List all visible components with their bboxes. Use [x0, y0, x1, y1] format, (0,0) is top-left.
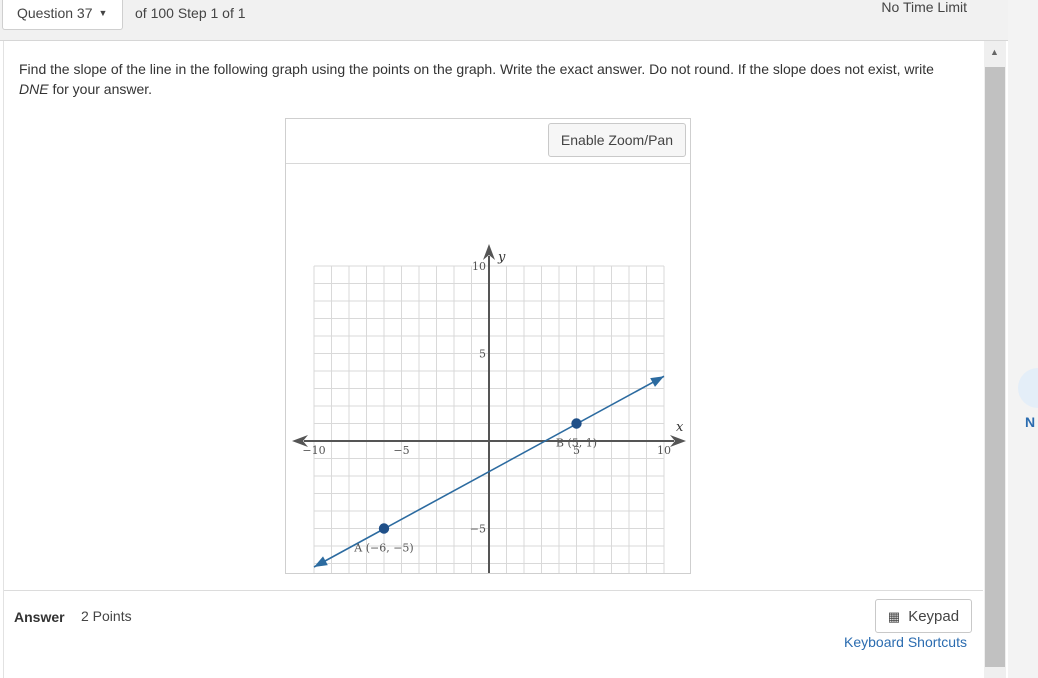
data-line-arrow-start — [314, 556, 328, 567]
question-header: Question 37 ▼ of 100 Step 1 of 1 No Time … — [0, 0, 1008, 41]
side-nav-circle[interactable] — [1018, 368, 1038, 408]
question-selector-label: Question 37 — [17, 5, 93, 21]
chevron-down-icon: ▼ — [98, 8, 108, 18]
scrollbar-thumb[interactable] — [985, 67, 1005, 667]
points-label: 2 Points — [81, 608, 132, 624]
graph-container: Enable Zoom/Pan xy−10−5510105−5−10A (−6,… — [285, 118, 691, 574]
question-selector[interactable]: Question 37 ▼ — [2, 0, 123, 30]
data-line-arrow-end — [650, 376, 664, 387]
calculator-icon: ▦ — [887, 608, 901, 624]
answer-divider — [4, 590, 983, 591]
x-tick-label: 10 — [657, 444, 671, 457]
question-text: Find the slope of the line in the follow… — [19, 59, 964, 99]
keypad-label: Keypad — [908, 607, 960, 625]
x-axis-label: x — [676, 420, 684, 435]
x-tick-label: −10 — [302, 444, 325, 457]
side-next-label[interactable]: N — [1025, 414, 1035, 430]
enable-zoom-pan-button[interactable]: Enable Zoom/Pan — [547, 123, 686, 157]
y-axis-label: y — [497, 250, 506, 265]
keypad-button[interactable]: ▦ Keypad — [875, 599, 972, 633]
data-point-label: A (−6, −5) — [353, 542, 413, 555]
x-tick-label: −5 — [393, 444, 409, 457]
question-text-part1: Find the slope of the line in the follow… — [19, 61, 934, 77]
graph-toolbar: Enable Zoom/Pan — [286, 119, 690, 164]
scrollbar[interactable]: ▲ — [984, 41, 1006, 678]
time-limit: No Time Limit — [881, 0, 967, 15]
question-panel: Find the slope of the line in the follow… — [3, 41, 983, 678]
answer-label: Answer — [14, 609, 65, 625]
data-point — [378, 523, 390, 534]
coordinate-graph: xy−10−5510105−5−10A (−6, −5)B (5, 1) — [292, 244, 686, 573]
question-text-dne: DNE — [19, 81, 49, 97]
step-info: of 100 Step 1 of 1 — [135, 5, 246, 21]
keyboard-shortcuts-link[interactable]: Keyboard Shortcuts — [844, 634, 967, 650]
right-side-panel: N — [1008, 0, 1038, 678]
scroll-up-arrow-icon[interactable]: ▲ — [990, 47, 999, 57]
y-tick-label: 10 — [472, 260, 486, 273]
data-point — [571, 418, 582, 429]
y-tick-label: −5 — [470, 523, 486, 536]
question-text-part2: for your answer. — [48, 81, 153, 97]
data-point-label: B (5, 1) — [556, 437, 597, 450]
y-tick-label: 5 — [479, 348, 486, 361]
